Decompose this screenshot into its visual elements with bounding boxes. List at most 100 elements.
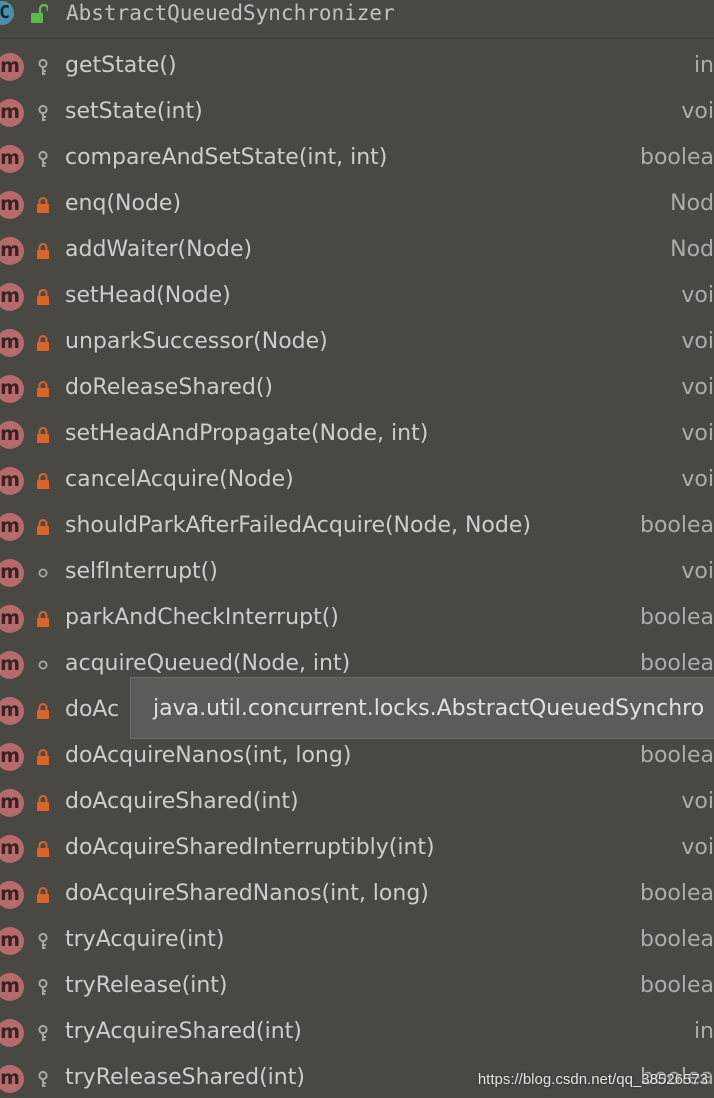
method-icon: m: [0, 559, 24, 587]
method-icon: m: [0, 881, 24, 909]
tooltip-text: java.util.concurrent.locks.AbstractQueue…: [153, 696, 705, 721]
method-signature: compareAndSetState(int, int): [65, 145, 388, 170]
method-icon: m: [0, 53, 24, 81]
method-signature: getState(): [65, 53, 177, 78]
method-row[interactable]: m doAcquireSharedInterruptibly(int) voi: [0, 825, 714, 871]
method-icon: m: [0, 651, 24, 679]
method-return-type: in: [693, 53, 714, 78]
method-icon: m: [0, 513, 24, 541]
private-lock-icon: [37, 427, 49, 443]
method-return-type: Nod: [670, 237, 714, 262]
watermark: https://blog.csdn.net/qq_38526573: [477, 1071, 708, 1088]
private-lock-icon: [37, 703, 49, 719]
method-signature: doAcquireSharedInterruptibly(int): [65, 835, 435, 860]
method-row[interactable]: m doAcquireNanos(int, long) boolea: [0, 733, 714, 779]
method-icon: m: [0, 1019, 24, 1047]
method-signature: selfInterrupt(): [65, 559, 218, 584]
method-row[interactable]: m doAcquireShared(int) voi: [0, 779, 714, 825]
protected-key-icon: [38, 104, 48, 121]
method-row[interactable]: m parkAndCheckInterrupt() boolea: [0, 595, 714, 641]
method-row[interactable]: m enq(Node) Nod: [0, 181, 714, 227]
private-lock-icon: [37, 841, 49, 857]
protected-key-icon: [38, 1070, 48, 1087]
method-signature: doAc: [65, 697, 120, 722]
method-row[interactable]: m selfInterrupt() voi: [0, 549, 714, 595]
method-return-type: boolea: [639, 145, 714, 170]
method-row[interactable]: m doAcquireSharedNanos(int, long) boolea: [0, 871, 714, 917]
public-unlock-icon: [31, 4, 48, 23]
method-signature: doAcquireSharedNanos(int, long): [65, 881, 429, 906]
method-return-type: boolea: [639, 513, 714, 538]
method-return-type: voi: [681, 329, 714, 354]
method-icon: m: [0, 835, 24, 863]
method-row[interactable]: m tryAcquire(int) boolea: [0, 917, 714, 963]
method-icon: m: [0, 237, 24, 265]
method-signature: doAcquireNanos(int, long): [65, 743, 352, 768]
package-visibility-icon: [38, 660, 48, 670]
private-lock-icon: [37, 381, 49, 397]
method-return-type: voi: [681, 559, 714, 584]
method-return-type: voi: [681, 375, 714, 400]
method-icon: m: [0, 145, 24, 173]
method-row[interactable]: m doReleaseShared() voi: [0, 365, 714, 411]
method-icon: m: [0, 421, 24, 449]
method-signature: tryReleaseShared(int): [65, 1065, 305, 1090]
method-return-type: boolea: [639, 973, 714, 998]
method-row[interactable]: m cancelAcquire(Node) voi: [0, 457, 714, 503]
private-lock-icon: [37, 473, 49, 489]
method-row[interactable]: m addWaiter(Node) Nod: [0, 227, 714, 273]
protected-key-icon: [38, 1024, 48, 1041]
method-icon: m: [0, 743, 24, 771]
method-return-type: boolea: [639, 927, 714, 952]
method-signature: addWaiter(Node): [65, 237, 253, 262]
method-signature: doAcquireShared(int): [65, 789, 299, 814]
method-icon: m: [0, 375, 24, 403]
method-row[interactable]: m setHead(Node) voi: [0, 273, 714, 319]
method-return-type: boolea: [639, 743, 714, 768]
package-visibility-icon: [38, 568, 48, 578]
method-row[interactable]: m tryAcquireShared(int) in: [0, 1009, 714, 1055]
class-header[interactable]: C AbstractQueuedSynchronizer: [0, 0, 714, 39]
method-row[interactable]: m unparkSuccessor(Node) voi: [0, 319, 714, 365]
method-return-type: voi: [681, 421, 714, 446]
method-signature: setState(int): [65, 99, 203, 124]
method-icon: m: [0, 1065, 24, 1093]
private-lock-icon: [37, 611, 49, 627]
method-icon: m: [0, 789, 24, 817]
method-signature: tryRelease(int): [65, 973, 228, 998]
method-icon: m: [0, 927, 24, 955]
private-lock-icon: [37, 289, 49, 305]
method-list: m getState() in m setState(int) voi m compareAn…: [0, 43, 714, 1098]
method-icon: m: [0, 697, 24, 725]
method-return-type: Nod: [670, 191, 714, 216]
method-icon: m: [0, 283, 24, 311]
method-return-type: voi: [681, 789, 714, 814]
private-lock-icon: [37, 749, 49, 765]
method-row[interactable]: m tryRelease(int) boolea: [0, 963, 714, 1009]
method-return-type: boolea: [639, 605, 714, 630]
structure-panel: C AbstractQueuedSynchronizer m getState()…: [0, 0, 714, 1098]
method-signature: setHead(Node): [65, 283, 231, 308]
method-signature: unparkSuccessor(Node): [65, 329, 328, 354]
method-icon: m: [0, 973, 24, 1001]
method-return-type: in: [693, 1019, 714, 1044]
method-icon: m: [0, 467, 24, 495]
method-row[interactable]: m setState(int) voi: [0, 89, 714, 135]
method-return-type: voi: [681, 283, 714, 308]
method-row[interactable]: m shouldParkAfterFailedAcquire(Node, Node…: [0, 503, 714, 549]
method-return-type: boolea: [639, 881, 714, 906]
method-row[interactable]: m setHeadAndPropagate(Node, int) voi: [0, 411, 714, 457]
protected-key-icon: [38, 978, 48, 995]
method-icon: m: [0, 99, 24, 127]
method-signature: doReleaseShared(): [65, 375, 274, 400]
private-lock-icon: [37, 243, 49, 259]
method-signature: parkAndCheckInterrupt(): [65, 605, 339, 630]
method-icon: m: [0, 329, 24, 357]
class-title: AbstractQueuedSynchronizer: [66, 1, 395, 25]
method-icon: m: [0, 605, 24, 633]
method-row[interactable]: m getState() in: [0, 43, 714, 89]
private-lock-icon: [37, 335, 49, 351]
method-signature: shouldParkAfterFailedAcquire(Node, Node): [65, 513, 531, 538]
method-row[interactable]: m compareAndSetState(int, int) boolea: [0, 135, 714, 181]
method-icon: m: [0, 191, 24, 219]
